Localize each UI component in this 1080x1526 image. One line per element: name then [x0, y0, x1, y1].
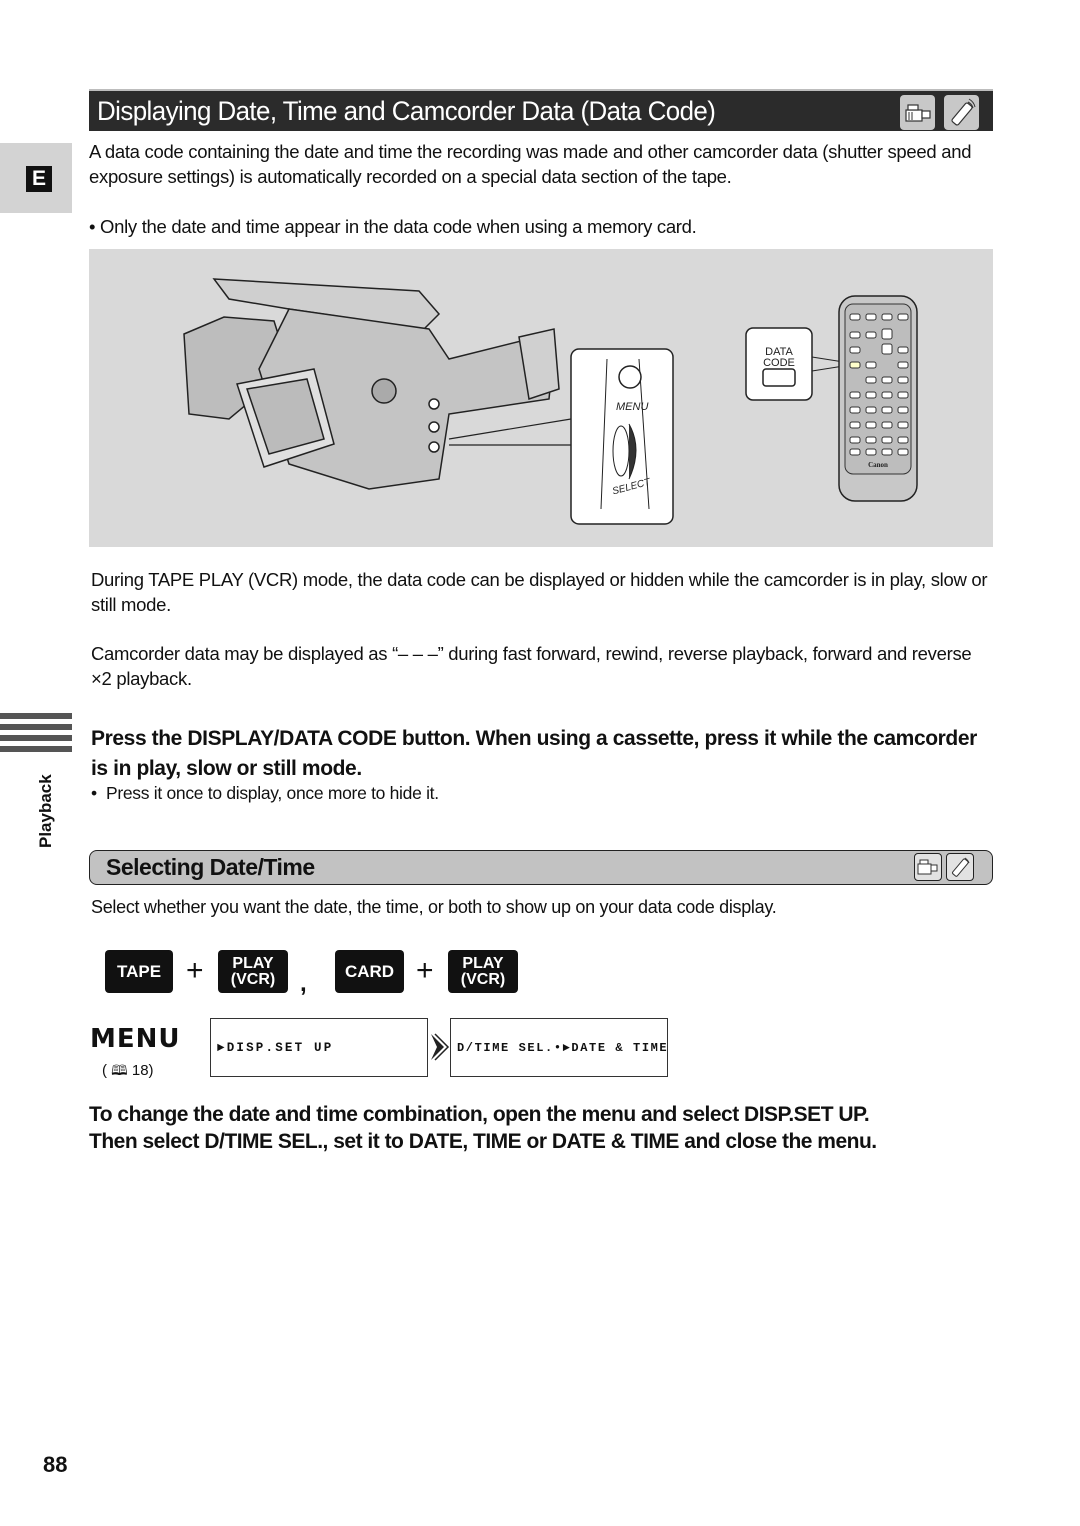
card-mode-key: CARD [335, 950, 404, 993]
separator-comma: , [300, 970, 307, 997]
reference-page-number: 18 [131, 1062, 149, 1079]
plus-sign: + [416, 954, 434, 987]
menu-label: MENU [90, 1024, 181, 1054]
camcorder-data-paragraph: Camcorder data may be displayed as “– – … [91, 643, 972, 689]
book-icon: 🕮 [111, 1062, 128, 1078]
closing-line-1: To change the date and time combination,… [89, 1103, 870, 1126]
intro-bullet-text: Only the date and time appear in the dat… [100, 216, 697, 237]
vcr-label: (VCR) [460, 970, 506, 988]
illustration-panel: MENU SELECT DATA CODE Canon [89, 249, 993, 547]
chapter-marker-bars [0, 713, 72, 757]
page-title: Displaying Date, Time and Camcorder Data… [97, 95, 716, 126]
section-title-bar: Displaying Date, Time and Camcorder Data… [89, 89, 993, 131]
next-step-arrow-icon [428, 1032, 450, 1067]
remote-control-icon [946, 853, 974, 881]
subsection-description: Select whether you want the date, the ti… [91, 897, 777, 917]
data-code-label-line2: CODE [763, 357, 795, 369]
vcr-mode-paragraph: During TAPE PLAY (VCR) mode, the data co… [91, 569, 988, 615]
remote-brand: Canon [868, 461, 888, 469]
plus-sign: + [186, 954, 204, 987]
play-vcr-mode-key: PLAY (VCR) [218, 950, 288, 993]
camcorder-illustration: MENU SELECT DATA CODE Canon [183, 278, 918, 525]
intro-paragraph: A data code containing the date and time… [89, 141, 972, 187]
play-vcr-mode-key: PLAY (VCR) [448, 950, 518, 993]
vcr-label: (VCR) [230, 970, 276, 988]
play-label: PLAY [232, 954, 274, 972]
chapter-label: Playback [36, 774, 55, 848]
menu-button-label: MENU [616, 401, 648, 413]
tape-mode-key: TAPE [105, 950, 173, 993]
play-label: PLAY [462, 954, 504, 972]
closing-instruction: To change the date and time combination,… [89, 1101, 999, 1155]
remote-control-icon [944, 95, 979, 130]
menu-step-d-time-sel: D/TIME SEL.•►DATE & TIME [450, 1018, 668, 1077]
closing-line-2: Then select D/TIME SEL., set it to DATE,… [89, 1130, 877, 1153]
menu-page-reference: ( 🕮 18) [102, 1062, 154, 1079]
menu-step-disp-set-up: ►DISP.SET UP [210, 1018, 428, 1077]
camcorder-icon [914, 853, 942, 881]
subsection-title-bar: Selecting Date/Time [89, 850, 993, 885]
intro-bullet: • Only the date and time appear in the d… [89, 216, 697, 237]
page-number: 88 [43, 1452, 68, 1477]
language-tab: E [26, 166, 52, 192]
camcorder-icon [900, 95, 935, 130]
step-instruction: Press the DISPLAY/DATA CODE button. When… [91, 727, 977, 780]
step-bullet: • Press it once to display, once more to… [91, 783, 439, 803]
step-bullet-text: Press it once to display, once more to h… [105, 783, 439, 803]
subsection-title: Selecting Date/Time [106, 854, 315, 880]
